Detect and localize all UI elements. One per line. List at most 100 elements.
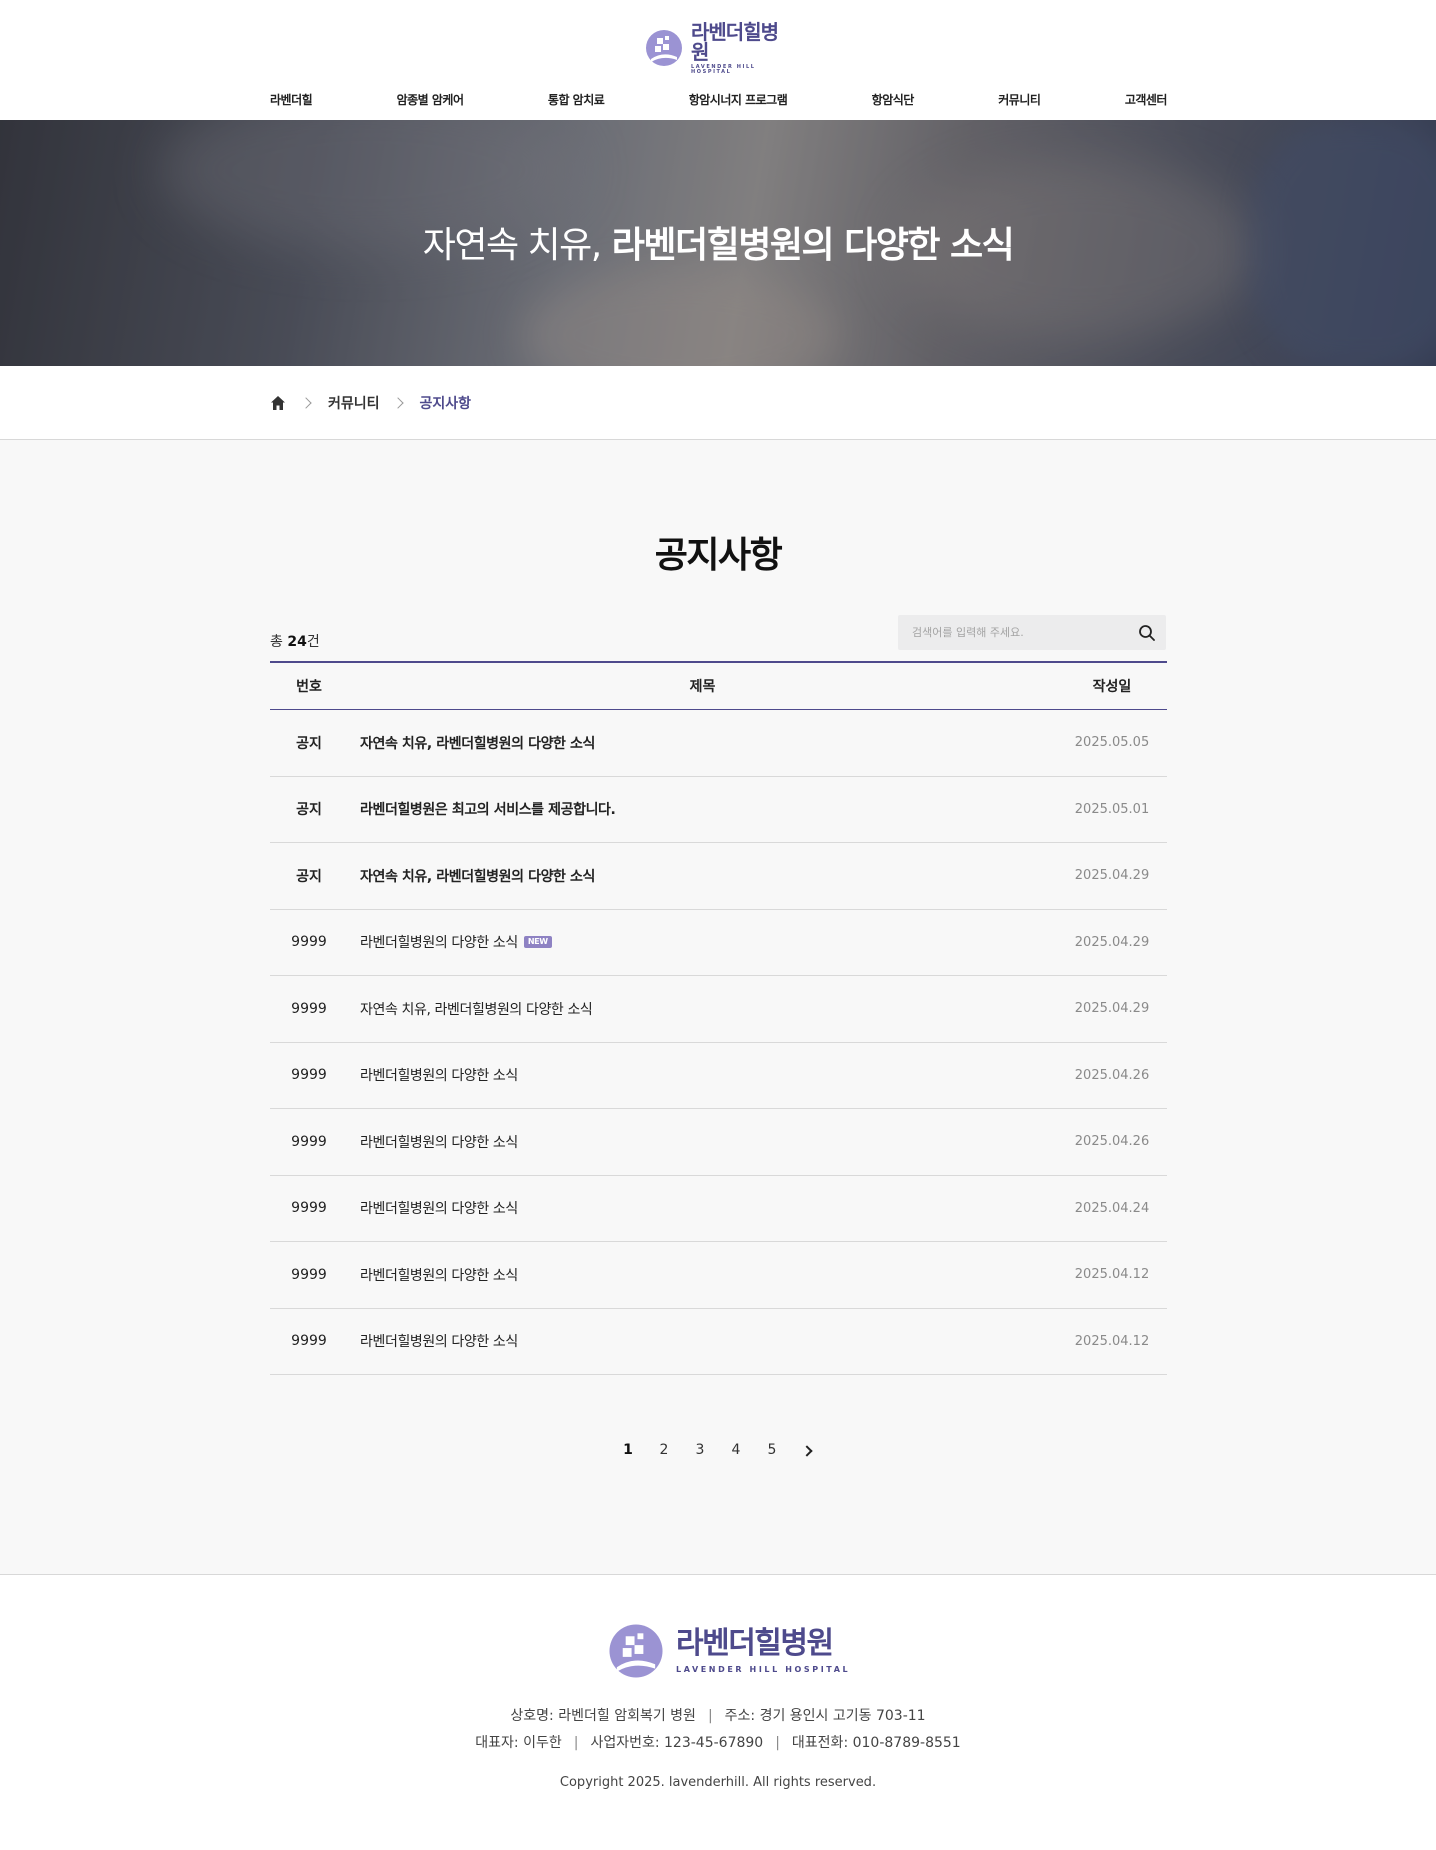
row-date: 2025.05.05 — [1074, 735, 1150, 751]
main-nav: 라벤더힐 암종별 암케어 통합 암치료 항암시너지 프로그램 항암식단 커뮤니티… — [270, 91, 1167, 111]
nav-item-synergy-program[interactable]: 항암시너지 프로그램 — [689, 91, 788, 111]
row-date: 2025.04.26 — [1074, 1134, 1150, 1150]
search-input[interactable] — [912, 615, 1122, 650]
row-num: 9999 — [291, 1200, 327, 1217]
breadcrumb-bar: 커뮤니티 공지사항 — [0, 366, 1436, 440]
table-row[interactable]: 공지 자연속 치유, 라벤더힐병원의 다양한 소식 2025.05.05 — [270, 710, 1167, 777]
table-row[interactable]: 9999 라벤더힐병원의 다양한 소식 NEW 2025.04.29 — [270, 910, 1167, 976]
breadcrumb-community[interactable]: 커뮤니티 — [328, 393, 380, 413]
row-title: 자연속 치유, 라벤더힐병원의 다양한 소식 — [348, 733, 1057, 753]
row-title-link[interactable]: 라벤더힐병원의 다양한 소식 — [360, 1198, 518, 1218]
row-title-link[interactable]: 자연속 치유, 라벤더힐병원의 다양한 소식 — [360, 999, 593, 1019]
row-date: 2025.05.01 — [1074, 801, 1150, 817]
page-2-button[interactable]: 2 — [655, 1442, 673, 1460]
nav-item-cancer-care[interactable]: 암종별 암케어 — [397, 91, 464, 111]
table-header: 번호 제목 작성일 — [270, 663, 1167, 710]
total-count: 총 24건 — [270, 634, 320, 650]
row-num: 공지 — [296, 868, 322, 885]
col-header-date: 작성일 — [1092, 679, 1132, 695]
page-1-button[interactable]: 1 — [619, 1442, 637, 1460]
row-num: 9999 — [291, 1266, 327, 1283]
row-title-link[interactable]: 라벤더힐병원은 최고의 서비스를 제공합니다. — [360, 799, 616, 819]
notice-table: 번호 제목 작성일 공지 자연속 치유, 라벤더힐병원의 다양한 소식 2025.0… — [270, 661, 1167, 1375]
row-title: 라벤더힐병원의 다양한 소식 NEW — [348, 932, 1057, 952]
row-num: 9999 — [291, 1067, 327, 1084]
page-5-button[interactable]: 5 — [763, 1442, 781, 1460]
row-num: 공지 — [296, 802, 322, 819]
row-date: 2025.04.26 — [1074, 1067, 1150, 1083]
table-body: 공지 자연속 치유, 라벤더힐병원의 다양한 소식 2025.05.05 공지 라벤더힐… — [270, 710, 1167, 1375]
row-title-link[interactable]: 라벤더힐병원의 다양한 소식 — [360, 932, 518, 952]
footer-info-line-2: 대표자: 이두한 | 사업자번호: 123-45-67890 | 대표전화: 010-8… — [475, 1735, 961, 1751]
page-4-button[interactable]: 4 — [727, 1442, 745, 1460]
row-title-link[interactable]: 라벤더힐병원의 다양한 소식 — [360, 1132, 518, 1152]
row-title-link[interactable]: 자연속 치유, 라벤더힐병원의 다양한 소식 — [360, 866, 595, 886]
table-row[interactable]: 9999 라벤더힐병원의 다양한 소식 2025.04.12 — [270, 1309, 1167, 1375]
nav-item-diet[interactable]: 항암식단 — [872, 91, 915, 111]
row-date: 2025.04.29 — [1074, 868, 1150, 884]
chevron-right-icon[interactable] — [799, 1442, 817, 1460]
row-title: 라벤더힐병원의 다양한 소식 — [348, 1331, 1057, 1351]
footer-copyright: Copyright 2025. lavenderhill. All rights… — [559, 1775, 877, 1790]
footer-info-line-1: 상호명: 라벤더힐 암회복기 병원 | 주소: 경기 용인시 고기동 703-11 — [510, 1708, 926, 1724]
site-header: 라벤더힐병원 LAVENDER HILL HOSPITAL 라벤더힐 암종별 암… — [0, 0, 1436, 120]
home-icon[interactable] — [270, 394, 288, 412]
new-badge: NEW — [523, 936, 552, 949]
chevron-right-icon — [300, 397, 312, 409]
table-row[interactable]: 공지 자연속 치유, 라벤더힐병원의 다양한 소식 2025.04.29 — [270, 843, 1167, 910]
logo-subtext: LAVENDER HILL HOSPITAL — [691, 63, 756, 75]
logo[interactable]: 라벤더힐병원 LAVENDER HILL HOSPITAL — [645, 22, 795, 74]
row-title-link[interactable]: 라벤더힐병원의 다양한 소식 — [360, 1065, 518, 1085]
row-date: 2025.04.12 — [1074, 1267, 1150, 1283]
footer-address: 주소: 경기 용인시 고기동 703-11 — [724, 1708, 926, 1724]
nav-item-integrated-treatment[interactable]: 통합 암치료 — [548, 91, 605, 111]
table-row[interactable]: 9999 자연속 치유, 라벤더힐병원의 다양한 소식 2025.04.29 — [270, 976, 1167, 1043]
pagination: 12345 — [0, 1442, 1436, 1460]
table-row[interactable]: 9999 라벤더힐병원의 다양한 소식 2025.04.24 — [270, 1176, 1167, 1242]
row-title: 라벤더힐병원의 다양한 소식 — [348, 1132, 1057, 1152]
footer-logo-text: 라벤더힐병원 — [676, 1625, 834, 1661]
row-title: 라벤더힐병원은 최고의 서비스를 제공합니다. — [348, 799, 1057, 819]
nav-item-community[interactable]: 커뮤니티 — [998, 91, 1041, 111]
row-num: 9999 — [291, 1333, 327, 1350]
logo-mark-icon — [608, 1623, 664, 1679]
col-header-num: 번호 — [296, 679, 322, 695]
search-icon[interactable] — [1138, 624, 1156, 642]
hero-banner: 자연속 치유, 라벤더힐병원의 다양한 소식 — [0, 120, 1436, 366]
footer-logo[interactable]: 라벤더힐병원 LAVENDER HILL HOSPITAL — [608, 1623, 850, 1679]
table-row[interactable]: 9999 라벤더힐병원의 다양한 소식 2025.04.26 — [270, 1043, 1167, 1109]
footer-logo-subtext: LAVENDER HILL HOSPITAL — [676, 1664, 851, 1674]
chevron-right-icon — [391, 397, 404, 409]
row-date: 2025.04.29 — [1074, 1001, 1150, 1017]
row-num: 9999 — [291, 1000, 327, 1017]
row-title-link[interactable]: 자연속 치유, 라벤더힐병원의 다양한 소식 — [360, 733, 595, 753]
hero-title-bold: 라벤더힐병원의 다양한 소식 — [611, 225, 1015, 266]
nav-item-customer-center[interactable]: 고객센터 — [1125, 91, 1168, 111]
row-date: 2025.04.29 — [1074, 934, 1150, 950]
col-header-title: 제목 — [689, 679, 716, 695]
nav-item-lavenderhill[interactable]: 라벤더힐 — [270, 91, 313, 111]
page-title: 공지사항 — [654, 535, 783, 576]
hero-title-light: 자연속 치유, — [422, 225, 603, 266]
logo-text: 라벤더힐병원 — [691, 19, 779, 64]
footer-company: 상호명: 라벤더힐 암회복기 병원 — [510, 1708, 696, 1724]
hero-title: 자연속 치유, 라벤더힐병원의 다양한 소식 — [0, 216, 1436, 268]
table-row[interactable]: 9999 라벤더힐병원의 다양한 소식 2025.04.12 — [270, 1242, 1167, 1309]
footer-biz-no: 사업자번호: 123-45-67890 — [590, 1735, 764, 1751]
row-title: 라벤더힐병원의 다양한 소식 — [348, 1198, 1057, 1218]
row-date: 2025.04.12 — [1074, 1333, 1150, 1349]
breadcrumb: 커뮤니티 공지사항 — [270, 392, 471, 414]
table-row[interactable]: 9999 라벤더힐병원의 다양한 소식 2025.04.26 — [270, 1109, 1167, 1176]
breadcrumb-notice[interactable]: 공지사항 — [420, 393, 472, 413]
page-3-button[interactable]: 3 — [691, 1442, 709, 1460]
row-title: 라벤더힐병원의 다양한 소식 — [348, 1065, 1057, 1085]
row-title-link[interactable]: 라벤더힐병원의 다양한 소식 — [360, 1265, 518, 1285]
row-title: 자연속 치유, 라벤더힐병원의 다양한 소식 — [348, 999, 1057, 1019]
row-num: 9999 — [291, 1133, 327, 1150]
logo-mark-icon — [645, 29, 683, 67]
table-row[interactable]: 공지 라벤더힐병원은 최고의 서비스를 제공합니다. 2025.05.01 — [270, 777, 1167, 843]
row-title-link[interactable]: 라벤더힐병원의 다양한 소식 — [360, 1331, 518, 1351]
row-title: 자연속 치유, 라벤더힐병원의 다양한 소식 — [348, 866, 1057, 886]
search-box — [898, 615, 1166, 650]
total-count-number: 24 — [287, 634, 307, 650]
